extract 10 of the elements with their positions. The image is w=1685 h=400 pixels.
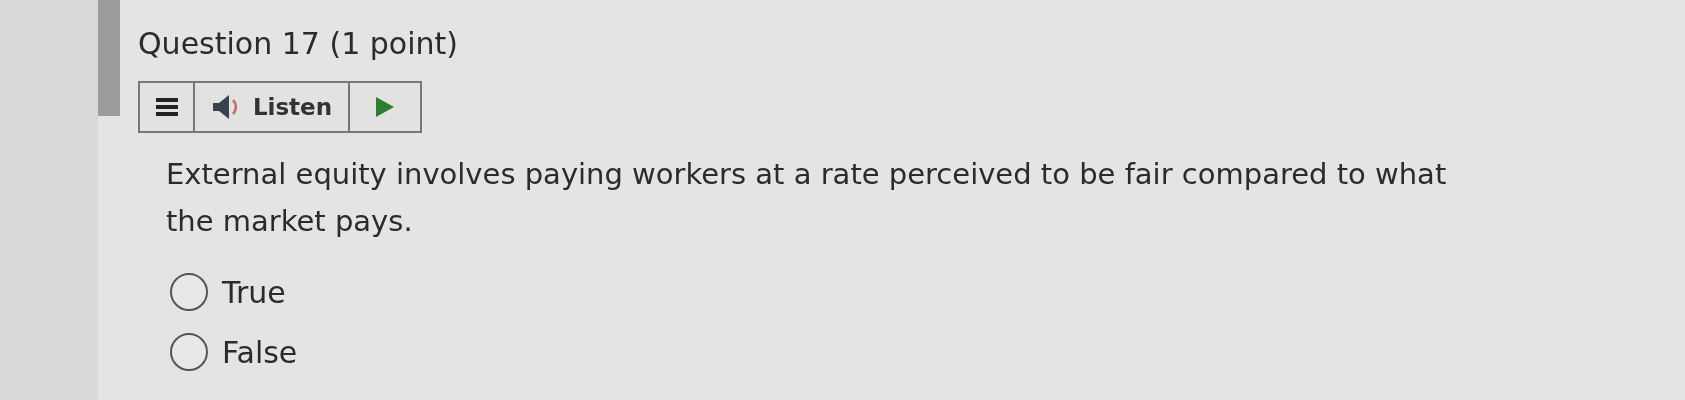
option-label: True <box>222 274 286 310</box>
question-text: External equity involves paying workers at a rate perceived to be fair compared to what the market pays. <box>166 156 1448 240</box>
question-title: Question 17 <box>138 26 320 61</box>
radio-button[interactable] <box>170 273 208 311</box>
option-label: False <box>222 334 298 370</box>
radio-button[interactable] <box>170 333 208 371</box>
scrollbar[interactable] <box>98 0 120 116</box>
menu-icon <box>155 98 178 116</box>
play-icon <box>376 97 394 117</box>
question-points: (1 point) <box>329 26 458 61</box>
